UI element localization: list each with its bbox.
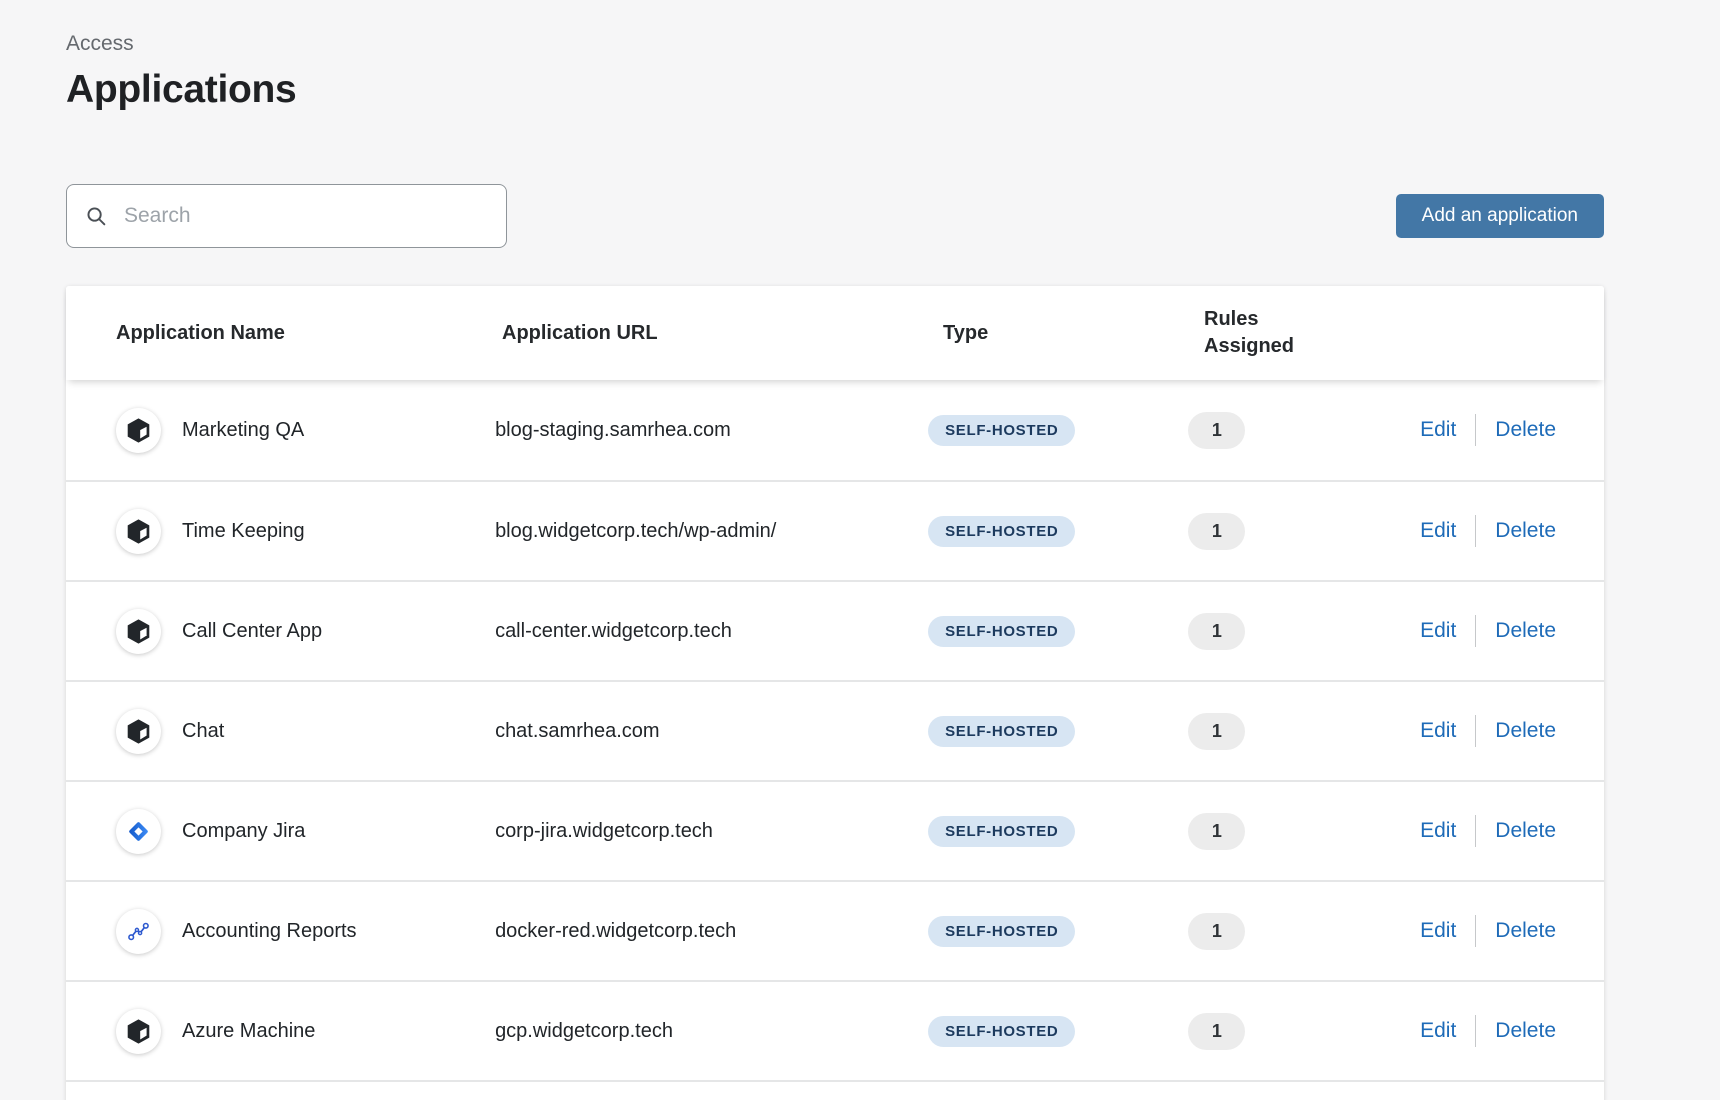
action-divider <box>1475 615 1476 647</box>
cube-icon <box>116 609 161 654</box>
breadcrumb[interactable]: Access <box>66 0 1604 56</box>
page-title: Applications <box>66 68 1604 112</box>
action-divider <box>1475 1015 1476 1047</box>
application-url: blog.widgetcorp.tech/wp-admin/ <box>495 520 776 542</box>
table-row: Accounting Reports docker-red.widgetcorp… <box>66 880 1604 980</box>
delete-link[interactable]: Delete <box>1495 919 1556 943</box>
edit-link[interactable]: Edit <box>1420 619 1456 643</box>
delete-link[interactable]: Delete <box>1495 519 1556 543</box>
rules-assigned-count: 1 <box>1188 412 1245 449</box>
table-row: Azure Machine gcp.widgetcorp.tech SELF-H… <box>66 980 1604 1080</box>
rules-assigned-count: 1 <box>1188 1013 1245 1050</box>
delete-link[interactable]: Delete <box>1495 719 1556 743</box>
application-url: blog-staging.samrhea.com <box>495 419 731 441</box>
type-badge: SELF-HOSTED <box>928 415 1075 446</box>
search-box[interactable] <box>66 184 507 248</box>
type-badge: SELF-HOSTED <box>928 816 1075 847</box>
application-url: docker-red.widgetcorp.tech <box>495 920 736 942</box>
action-divider <box>1475 715 1476 747</box>
action-divider <box>1475 915 1476 947</box>
applications-table: Application Name Application URL Type Ru… <box>66 286 1604 1100</box>
search-icon <box>85 205 108 228</box>
table-row: Call Center App call-center.widgetcorp.t… <box>66 580 1604 680</box>
application-name: Marketing QA <box>182 419 304 442</box>
cube-icon <box>116 709 161 754</box>
action-divider <box>1475 815 1476 847</box>
action-divider <box>1475 515 1476 547</box>
application-name: Time Keeping <box>182 520 305 543</box>
rules-assigned-count: 1 <box>1188 613 1245 650</box>
application-name: Azure Machine <box>182 1020 315 1043</box>
table-header-row: Application Name Application URL Type Ru… <box>66 286 1604 380</box>
jira-icon <box>116 809 161 854</box>
application-name: Company Jira <box>182 820 305 843</box>
table-row: Company Jira corp-jira.widgetcorp.tech S… <box>66 780 1604 880</box>
search-input[interactable] <box>124 204 488 228</box>
delete-link[interactable]: Delete <box>1495 819 1556 843</box>
column-header-type: Type <box>943 322 1204 345</box>
column-header-application-url: Application URL <box>502 322 943 345</box>
type-badge: SELF-HOSTED <box>928 916 1075 947</box>
application-url: corp-jira.widgetcorp.tech <box>495 820 713 842</box>
rules-assigned-count: 1 <box>1188 913 1245 950</box>
table-row: Time Keeping blog.widgetcorp.tech/wp-adm… <box>66 480 1604 580</box>
type-badge: SELF-HOSTED <box>928 616 1075 647</box>
column-header-rules-assigned: Rules Assigned <box>1204 306 1334 360</box>
edit-link[interactable]: Edit <box>1420 1019 1456 1043</box>
table-row: Chat chat.samrhea.com SELF-HOSTED 1 Edit… <box>66 680 1604 780</box>
application-name: Accounting Reports <box>182 920 357 943</box>
delete-link[interactable]: Delete <box>1495 1019 1556 1043</box>
line-chart-icon <box>116 909 161 954</box>
application-name: Chat <box>182 720 224 743</box>
application-url: call-center.widgetcorp.tech <box>495 620 732 642</box>
cube-icon <box>116 408 161 453</box>
application-url: chat.samrhea.com <box>495 720 660 742</box>
edit-link[interactable]: Edit <box>1420 719 1456 743</box>
cube-icon <box>116 509 161 554</box>
application-name: Call Center App <box>182 620 322 643</box>
edit-link[interactable]: Edit <box>1420 418 1456 442</box>
cube-icon <box>116 1009 161 1054</box>
column-header-application-name: Application Name <box>66 322 502 345</box>
action-divider <box>1475 414 1476 446</box>
toolbar: Add an application <box>66 184 1604 248</box>
type-badge: SELF-HOSTED <box>928 716 1075 747</box>
type-badge: SELF-HOSTED <box>928 1016 1075 1047</box>
rules-assigned-count: 1 <box>1188 513 1245 550</box>
add-application-button[interactable]: Add an application <box>1396 194 1604 238</box>
edit-link[interactable]: Edit <box>1420 519 1456 543</box>
edit-link[interactable]: Edit <box>1420 819 1456 843</box>
rules-assigned-count: 1 <box>1188 713 1245 750</box>
edit-link[interactable]: Edit <box>1420 919 1456 943</box>
delete-link[interactable]: Delete <box>1495 418 1556 442</box>
type-badge: SELF-HOSTED <box>928 516 1075 547</box>
delete-link[interactable]: Delete <box>1495 619 1556 643</box>
rules-assigned-count: 1 <box>1188 813 1245 850</box>
page-container: Access Applications Add an application A… <box>66 0 1604 1100</box>
application-url: gcp.widgetcorp.tech <box>495 1020 673 1042</box>
partial-next-row <box>66 1080 1604 1100</box>
table-row: Marketing QA blog-staging.samrhea.com SE… <box>66 380 1604 480</box>
